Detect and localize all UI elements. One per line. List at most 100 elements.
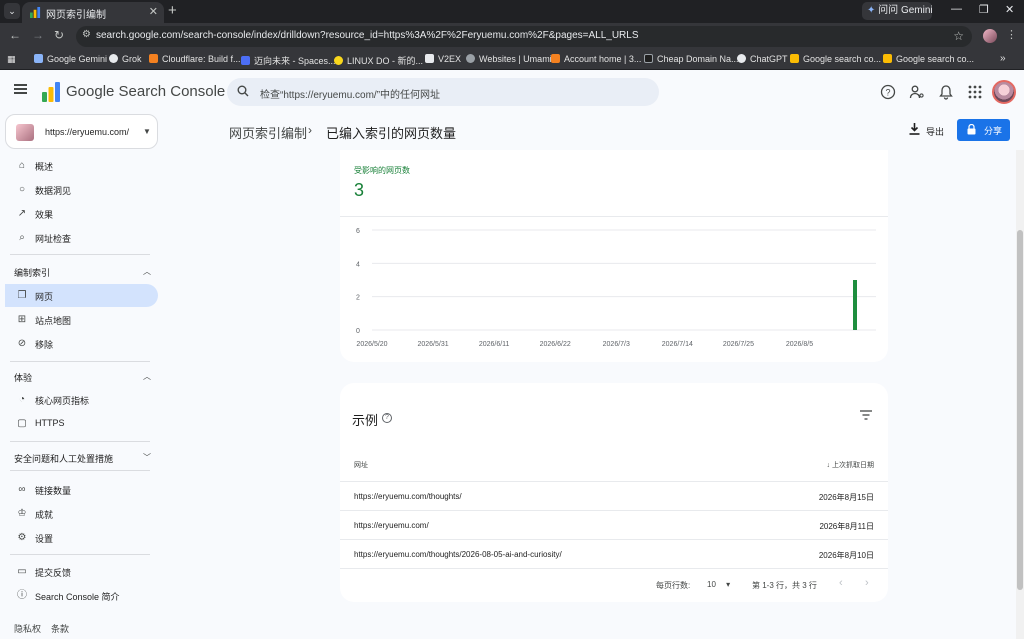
restore-icon[interactable]: ❐ <box>979 3 989 16</box>
share-label: 分享 <box>984 126 1003 136</box>
page-scrollbar-thumb[interactable] <box>1017 230 1023 590</box>
bookmark-item[interactable]: Account home | 3... <box>551 54 641 64</box>
sidebar-section-security[interactable]: 安全问题和人工处置措施 <box>14 452 113 465</box>
x-tick-label: 2026/6/22 <box>540 341 571 348</box>
privacy-link[interactable]: 隐私权 <box>14 622 41 635</box>
sidebar-item-url-inspection[interactable]: ⌕ 网址检查 <box>5 226 158 249</box>
sidebar-item-performance[interactable]: ↗ 效果 <box>5 202 158 225</box>
bookmark-item[interactable]: Cloudflare: Build f... <box>149 54 241 64</box>
address-bar[interactable]: ⚙ search.google.com/search-console/index… <box>76 26 972 47</box>
share-button[interactable]: 分享 <box>957 119 1010 141</box>
site-info-icon[interactable]: ⚙ <box>82 29 94 43</box>
table-row[interactable]: https://eryuemu.com/thoughts/ 2026年8月15日 <box>340 481 888 510</box>
bookmark-favicon-icon <box>883 54 892 63</box>
sidebar-item-https[interactable]: ▢ HTTPS <box>5 412 158 435</box>
reload-icon[interactable]: ↻ <box>54 28 64 42</box>
bookmark-item[interactable]: LINUX DO - 新的... <box>334 54 423 67</box>
bookmark-item[interactable]: Google search co... <box>790 54 881 64</box>
prev-page-icon[interactable]: ‹ <box>839 577 843 589</box>
sidebar-item-core-web-vitals[interactable]: ◔ 核心网页指标 <box>5 388 158 411</box>
bookmark-item[interactable]: Cheap Domain Na... <box>644 54 739 64</box>
metric-value: 3 <box>354 180 365 200</box>
bookmark-item[interactable]: Google search co... <box>883 54 974 64</box>
main-menu-icon[interactable] <box>14 84 27 94</box>
ask-gemini-button[interactable]: ✦ 问问 Gemini <box>862 2 933 20</box>
link-icon: ∞ <box>18 484 26 495</box>
sidebar-item-settings[interactable]: ⚙ 设置 <box>5 526 158 549</box>
bookmark-item[interactable]: Grok <box>109 54 142 64</box>
forward-arrow-icon[interactable]: → <box>32 28 44 42</box>
sidebar-item-insights[interactable]: ○ 数据洞见 <box>5 178 158 201</box>
sidebar-section-experience[interactable]: 体验 <box>14 371 32 384</box>
sidebar-section-indexing[interactable]: 编制索引 <box>14 266 50 279</box>
table-row[interactable]: https://eryuemu.com/ 2026年8月11日 <box>340 510 888 539</box>
table-row[interactable]: https://eryuemu.com/thoughts/2026-08-05-… <box>340 539 888 568</box>
account-avatar[interactable] <box>992 80 1016 104</box>
tab-close-icon[interactable]: ✕ <box>149 5 158 18</box>
back-arrow-icon[interactable]: ← <box>9 28 21 42</box>
chevron-up-icon[interactable]: ︿ <box>143 371 151 382</box>
filter-icon[interactable] <box>860 410 872 420</box>
export-button[interactable]: 导出 <box>906 121 948 141</box>
search-console-favicon-icon <box>30 7 41 18</box>
bookmarks-overflow-icon[interactable]: » <box>1000 53 1006 64</box>
bookmark-item[interactable]: Websites | Umami <box>466 54 552 64</box>
sidebar-item-label: 站点地图 <box>35 316 72 326</box>
x-tick-label: 2026/5/31 <box>417 341 448 348</box>
sidebar-item-about[interactable]: ⓘ Search Console 简介 <box>5 584 158 607</box>
lock-icon: ▢ <box>17 418 27 429</box>
apps-grid-icon[interactable]: ▦ <box>7 54 16 65</box>
help-icon[interactable]: ? <box>880 84 896 100</box>
tab-search-console[interactable]: 网页索引编制 ✕ <box>22 2 164 23</box>
sidebar-item-pages[interactable]: ❐ 网页 <box>5 284 158 307</box>
y-tick-label: 0 <box>356 328 360 335</box>
chevron-down-icon[interactable]: ﹀ <box>143 452 151 463</box>
bookmarks-bar: ▦ Google Gemini Grok Cloudflare: Build f… <box>0 50 1024 70</box>
manage-users-icon[interactable] <box>909 84 925 100</box>
bookmark-item[interactable]: ChatGPT <box>737 54 788 64</box>
x-tick-label: 2026/5/20 <box>356 341 387 348</box>
sidebar-item-overview[interactable]: ⌂ 概述 <box>5 154 158 177</box>
new-tab-icon[interactable]: + <box>168 2 177 19</box>
x-tick-label: 2026/7/3 <box>603 341 630 348</box>
chevron-up-icon[interactable]: ︿ <box>143 266 151 277</box>
bookmark-star-icon[interactable]: ☆ <box>953 29 964 43</box>
terms-link[interactable]: 条款 <box>51 622 69 635</box>
rows-per-page-select[interactable]: 10 ▾ <box>707 580 730 589</box>
property-selector[interactable]: https://eryuemu.com/ ▼ <box>5 114 158 149</box>
bookmark-item[interactable]: Google Gemini <box>34 54 107 64</box>
browser-menu-icon[interactable]: ⋮ <box>1006 28 1017 41</box>
tab-search-icon[interactable]: ⌄ <box>4 3 20 19</box>
help-icon[interactable]: ? <box>382 413 392 423</box>
sidebar-item-links[interactable]: ∞ 链接数量 <box>5 478 158 501</box>
apps-grid-icon[interactable] <box>967 84 983 100</box>
trending-icon: ↗ <box>17 208 27 219</box>
y-tick-label: 6 <box>356 228 360 235</box>
metric-label: 受影响的网页数 <box>354 166 410 175</box>
window-close-icon[interactable]: ✕ <box>1005 3 1014 16</box>
breadcrumb-parent-link[interactable]: 网页索引编制 <box>229 123 307 142</box>
bookmark-favicon-icon <box>644 54 653 63</box>
column-header-last-crawled[interactable]: ↓ 上次抓取日期 <box>827 460 874 470</box>
dropdown-caret-icon: ▼ <box>143 127 151 136</box>
url-inspection-search[interactable]: 检查“https://eryuemu.com/”中的任何网址 <box>227 78 659 106</box>
sitemap-icon: ⊞ <box>17 314 27 325</box>
bookmark-item[interactable]: V2EX <box>425 54 461 64</box>
trophy-icon: ♔ <box>17 508 27 519</box>
x-tick-label: 2026/7/14 <box>662 341 693 348</box>
bookmark-item[interactable]: 迈向未来 - Spaces... <box>241 54 336 67</box>
y-tick-label: 4 <box>356 261 360 268</box>
sidebar-item-label: 提交反馈 <box>35 568 72 578</box>
sidebar-item-achievements[interactable]: ♔ 成就 <box>5 502 158 525</box>
notifications-bell-icon[interactable] <box>938 84 954 100</box>
browser-toolbar: ← → ↻ ⚙ search.google.com/search-console… <box>0 23 1024 50</box>
browser-profile-avatar[interactable] <box>983 29 997 43</box>
sidebar-item-feedback[interactable]: ▭ 提交反馈 <box>5 560 158 583</box>
next-page-icon[interactable]: › <box>865 577 869 589</box>
sidebar-item-sitemaps[interactable]: ⊞ 站点地图 <box>5 308 158 331</box>
bookmark-favicon-icon <box>425 54 434 63</box>
minimize-icon[interactable]: — <box>951 3 962 15</box>
sidebar-item-removals[interactable]: ⊘ 移除 <box>5 332 158 355</box>
breadcrumb-separator-icon: › <box>308 123 312 137</box>
sidebar-item-label: Search Console 简介 <box>35 592 120 602</box>
